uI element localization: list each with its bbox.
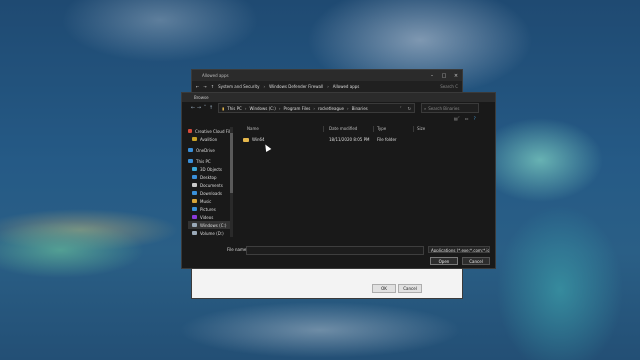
file-name: Win64 xyxy=(252,137,265,142)
browse-dialog: Browse ← → ˅ ↑ ▮ This PC › Windows (C:) … xyxy=(181,92,496,269)
sidebar-item[interactable]: Music xyxy=(188,197,230,205)
drive-icon xyxy=(192,231,197,235)
sidebar-item[interactable]: Documents xyxy=(188,181,230,189)
sidebar-item[interactable]: Downloads xyxy=(188,189,230,197)
ok-button[interactable]: OK xyxy=(372,284,396,293)
navigation-bar: ← → ˅ ↑ ▮ This PC › Windows (C:) › Progr… xyxy=(182,102,495,114)
column-header-date[interactable]: Date modified xyxy=(329,125,357,133)
view-menu-icon[interactable]: ▤˅ xyxy=(454,116,460,121)
address-segment[interactable]: Allowed apps xyxy=(333,84,360,89)
address-segment[interactable]: Windows Defender Firewall xyxy=(269,84,323,89)
dialog-footer: File name: Applications (*.exe;*.com;*.i… xyxy=(182,245,495,268)
lower-panel: OK Cancel xyxy=(192,266,462,298)
title-bar: Allowed apps – □ × xyxy=(192,70,462,81)
file-list: Name Date modified Type Size Win64 18/11… xyxy=(237,125,491,240)
folder-icon: ▮ xyxy=(222,105,225,111)
search-input[interactable]: ⌕ Search Binaries xyxy=(421,103,479,113)
dialog-title-bar: Browse xyxy=(182,93,495,102)
sidebar-item[interactable]: Avalition xyxy=(188,135,230,143)
minimize-icon[interactable]: – xyxy=(426,73,438,79)
breadcrumb-item[interactable]: This PC xyxy=(227,106,242,111)
command-bar: ▤˅ ▭ ? xyxy=(182,114,495,122)
column-header-size[interactable]: Size xyxy=(417,125,425,133)
back-arrow-icon[interactable]: ← xyxy=(196,84,199,89)
cancel-button[interactable]: Cancel xyxy=(462,257,490,265)
creative-cloud-icon xyxy=(188,129,193,133)
folder-icon xyxy=(192,137,197,141)
file-name-label: File name: xyxy=(227,247,248,252)
chevron-down-icon[interactable]: ˅ xyxy=(400,106,402,111)
sidebar-item[interactable]: Desktop xyxy=(188,173,230,181)
file-type: File folder xyxy=(377,137,397,142)
navigation-pane: Creative Cloud Fil Avalition OneDrive Th… xyxy=(188,127,230,237)
computer-icon xyxy=(188,159,193,163)
column-header-name[interactable]: Name xyxy=(247,125,259,133)
sidebar-item[interactable]: This PC xyxy=(188,157,230,165)
sidebar-scrollbar[interactable] xyxy=(230,127,233,237)
sidebar-item[interactable]: Windows (C:) xyxy=(188,221,230,229)
forward-arrow-icon[interactable]: → xyxy=(203,84,206,89)
address-segment[interactable]: System and Security xyxy=(218,84,259,89)
open-button[interactable]: Open xyxy=(430,257,458,265)
maximize-icon[interactable]: □ xyxy=(438,73,450,79)
pictures-icon xyxy=(192,207,197,211)
breadcrumb-item[interactable]: Program Files xyxy=(283,106,310,111)
folder-icon xyxy=(243,138,249,142)
sidebar-item[interactable]: Pictures xyxy=(188,205,230,213)
onedrive-icon xyxy=(188,148,193,152)
sidebar-item[interactable]: 3D Objects xyxy=(188,165,230,173)
file-date: 18/11/2020 8:05 PM xyxy=(329,137,370,142)
desktop-icon xyxy=(192,175,197,179)
address-bar[interactable]: ← → ↑ System and Security › Windows Defe… xyxy=(192,81,462,92)
document-icon xyxy=(192,183,197,187)
drive-icon xyxy=(192,223,197,227)
scrollbar-thumb[interactable] xyxy=(230,133,233,193)
sidebar-item[interactable]: OneDrive xyxy=(188,146,230,154)
breadcrumb[interactable]: ▮ This PC › Windows (C:) › Program Files… xyxy=(218,103,415,113)
up-arrow-icon[interactable]: ↑ xyxy=(208,105,214,111)
close-icon[interactable]: × xyxy=(450,73,462,79)
preview-pane-icon[interactable]: ▭ xyxy=(465,116,469,121)
file-type-select[interactable]: Applications (*.exe;*.com;*.icd) xyxy=(428,246,490,253)
column-header-type[interactable]: Type xyxy=(377,125,386,133)
sidebar-item[interactable]: Creative Cloud Fil xyxy=(188,127,230,135)
window-title: Allowed apps xyxy=(202,73,229,78)
sidebar-item[interactable]: Volume (D:) xyxy=(188,229,230,237)
breadcrumb-item[interactable]: Binaries xyxy=(352,106,368,111)
breadcrumb-item[interactable]: rocketleague xyxy=(318,106,344,111)
dialog-title: Browse xyxy=(194,95,209,100)
file-row[interactable]: Win64 18/11/2020 8:05 PM File folder xyxy=(237,136,491,144)
help-icon[interactable]: ? xyxy=(474,116,476,121)
sidebar-item[interactable]: Videos xyxy=(188,213,230,221)
search-icon: ⌕ xyxy=(424,105,427,111)
cube-icon xyxy=(192,167,197,171)
breadcrumb-item[interactable]: Windows (C:) xyxy=(249,106,275,111)
file-name-input[interactable] xyxy=(246,246,424,255)
download-icon xyxy=(192,191,197,195)
music-icon xyxy=(192,199,197,203)
video-icon xyxy=(192,215,197,219)
refresh-icon[interactable]: ↻ xyxy=(408,106,411,111)
search-input[interactable]: Search C xyxy=(440,84,458,89)
up-arrow-icon[interactable]: ↑ xyxy=(211,84,214,89)
cancel-button[interactable]: Cancel xyxy=(398,284,422,293)
